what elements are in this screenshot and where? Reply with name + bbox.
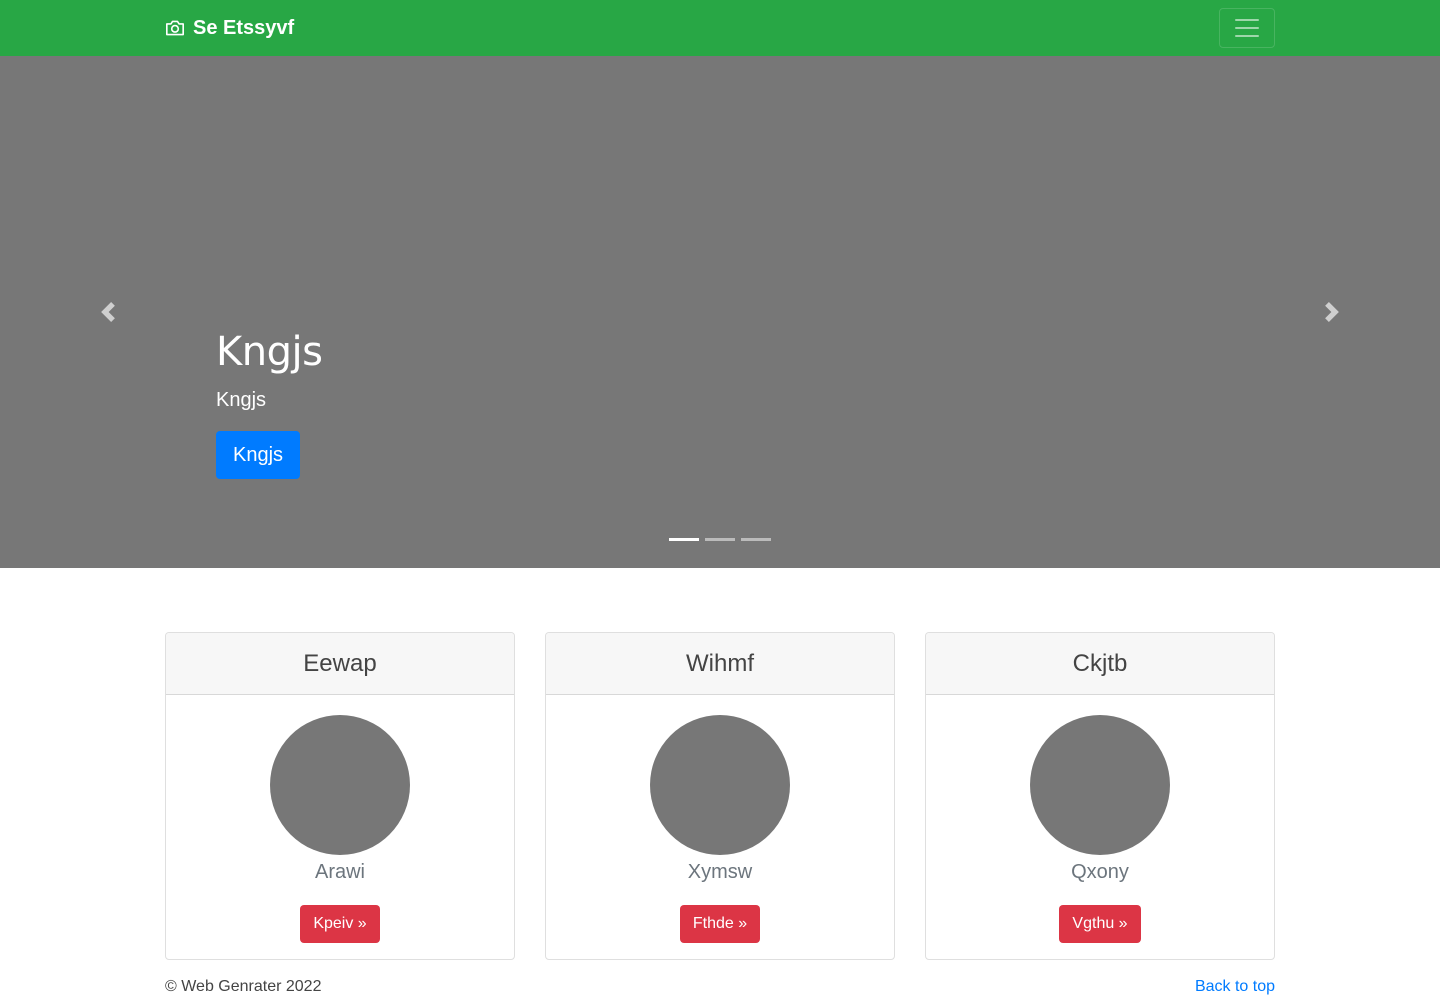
card-body: Xymsw Fthde » xyxy=(546,695,894,943)
card-button[interactable]: Vgthu » xyxy=(1059,905,1141,943)
avatar xyxy=(1030,715,1170,855)
hamburger-menu-icon-bar xyxy=(1235,35,1259,37)
carousel-title: Kngjs xyxy=(216,329,323,375)
camera-icon xyxy=(166,20,184,36)
footer-copyright: © Web Genrater 2022 xyxy=(165,978,322,995)
carousel-subtitle: Kngjs xyxy=(216,389,267,411)
card-title: Ckjtb xyxy=(926,633,1274,695)
card-body: Arawi Kpeiv » xyxy=(166,695,514,943)
card-title: Wihmf xyxy=(546,633,894,695)
card-button[interactable]: Kpeiv » xyxy=(300,905,380,943)
brand-name: Se Etssyvf xyxy=(193,16,295,39)
carousel-next-button[interactable] xyxy=(1224,56,1440,568)
navbar: Se Etssyvf xyxy=(0,0,1440,56)
brand-link[interactable]: Se Etssyvf xyxy=(165,0,294,56)
carousel-indicator-1[interactable] xyxy=(669,538,699,541)
card: Ckjtb Qxony Vgthu » xyxy=(925,632,1275,960)
card-name: Qxony xyxy=(1071,861,1129,883)
carousel-indicator-3[interactable] xyxy=(741,538,771,541)
card-deck: Eewap Arawi Kpeiv » Wihmf Xymsw Fthde » … xyxy=(165,632,1275,960)
card-name: Arawi xyxy=(314,861,365,883)
chevron-left-icon xyxy=(101,302,115,322)
carousel-indicator-2[interactable] xyxy=(705,538,735,541)
avatar xyxy=(650,715,790,855)
navbar-toggler[interactable] xyxy=(1219,8,1275,48)
hamburger-menu-icon xyxy=(1235,19,1259,21)
carousel-caption: Kngjs Kngjs Kngjs xyxy=(216,328,323,479)
card-title: Eewap xyxy=(166,633,514,695)
carousel-cta-button[interactable]: Kngjs xyxy=(216,431,301,479)
hero-carousel: Kngjs Kngjs Kngjs xyxy=(0,56,1440,568)
hamburger-menu-icon-bar xyxy=(1235,27,1259,29)
card: Eewap Arawi Kpeiv » xyxy=(165,632,515,960)
carousel-prev-button[interactable] xyxy=(0,56,216,568)
card-name: Xymsw xyxy=(687,861,753,883)
back-to-top-link[interactable]: Back to top xyxy=(1195,978,1275,996)
avatar xyxy=(270,715,410,855)
chevron-right-icon xyxy=(1325,302,1339,322)
card-button[interactable]: Fthde » xyxy=(679,905,761,943)
card-body: Qxony Vgthu » xyxy=(926,695,1274,943)
card: Wihmf Xymsw Fthde » xyxy=(545,632,895,960)
carousel-indicators xyxy=(669,538,771,541)
